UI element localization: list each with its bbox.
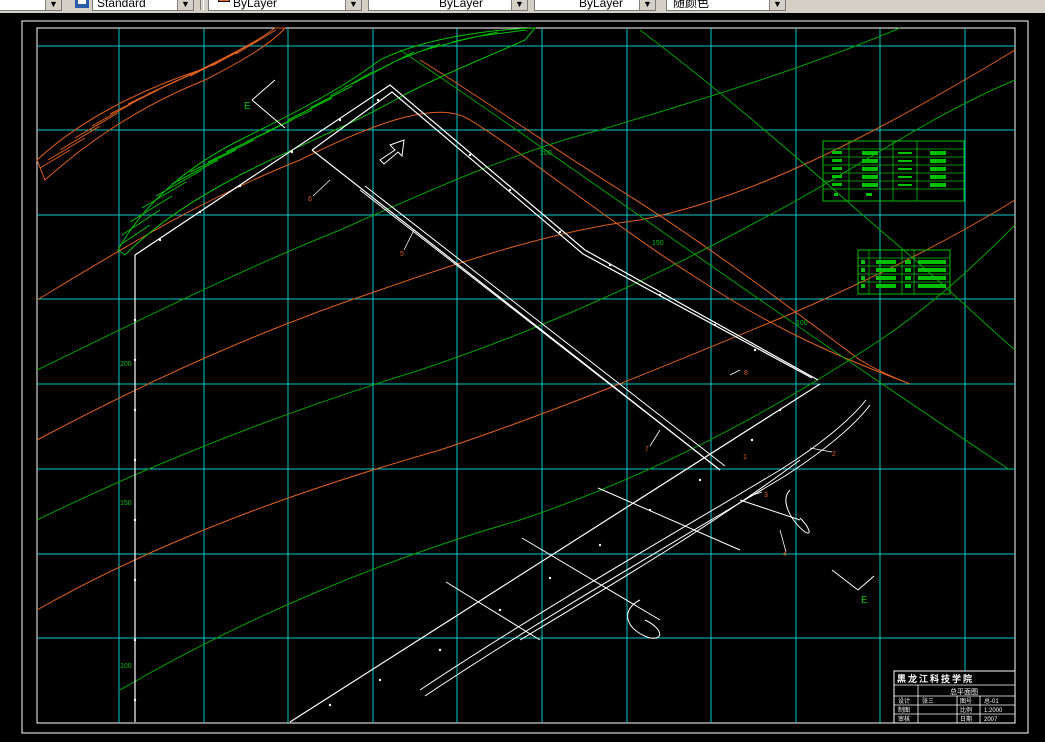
linetype-combo[interactable]: ByLayer ▼ <box>368 0 528 11</box>
contour-label: 100 <box>796 320 808 327</box>
inner-frame <box>36 27 1016 724</box>
properties-toolbar: ▼ Standard ▼ ByLayer ▼ ByLayer ▼ ByLayer… <box>0 0 1045 14</box>
drawing-title: 总平面图 <box>950 687 978 696</box>
item-labels: 1 2 3 4 5 6 7 8 <box>308 196 836 558</box>
item-label: 2 <box>832 451 836 458</box>
title-block-value: 总-01 <box>984 697 999 705</box>
contour-label: 150 <box>652 240 664 247</box>
chevron-down-icon[interactable]: ▼ <box>639 0 655 10</box>
drawing-svg: E E 200 150 100 200 150 100 1 2 3 4 5 6 … <box>21 20 1029 734</box>
title-block-label: 设计 <box>898 697 910 705</box>
toolbar-separator <box>200 0 204 10</box>
section-mark-label: E <box>244 101 251 112</box>
item-label: 4 <box>783 551 787 558</box>
drawing-canvas[interactable]: E E 200 150 100 200 150 100 1 2 3 4 5 6 … <box>0 13 1045 737</box>
section-mark-e-bottom <box>831 569 875 591</box>
contour-label: 150 <box>120 500 132 507</box>
contour-labels: 200 150 100 200 150 100 <box>120 150 808 670</box>
plotstyle-combo[interactable]: 随颜色 ▼ <box>666 0 786 11</box>
item-label: 1 <box>743 454 747 461</box>
title-block-label: 图号 <box>960 698 972 705</box>
road-lines <box>359 185 871 697</box>
leader-lines <box>312 179 833 553</box>
orange-contours <box>36 49 1016 611</box>
institute-name: 黑龙江科技学院 <box>897 673 974 684</box>
contour-label: 200 <box>120 361 132 368</box>
section-mark-label: E <box>861 595 868 606</box>
coordinate-grid <box>37 28 1015 723</box>
contour-label: 100 <box>120 663 132 670</box>
chevron-down-icon[interactable]: ▼ <box>177 0 193 10</box>
linetype-value: ByLayer <box>439 0 484 10</box>
title-block-label: 日期 <box>960 715 972 723</box>
title-block: 黑龙江科技学院 总平面图 设计 张三 图号 总-01 制图 比例 1:2000 … <box>893 670 1016 724</box>
chevron-down-icon[interactable]: ▼ <box>45 0 61 10</box>
title-block-value: 1:2000 <box>984 708 1003 714</box>
dimstyle-combo[interactable]: ▼ <box>0 0 62 11</box>
legend-table-small <box>857 249 951 295</box>
layer-value: ByLayer <box>233 0 278 10</box>
legend-table-large <box>822 140 965 202</box>
item-label: 7 <box>645 446 649 453</box>
contour-label: 200 <box>540 150 552 157</box>
item-label: 3 <box>764 492 768 499</box>
north-arrow-icon <box>379 139 405 165</box>
green-hatch-band <box>117 27 537 256</box>
title-block-value: 2007 <box>984 717 998 723</box>
title-block-label: 审核 <box>898 715 910 723</box>
plotstyle-value: 随颜色 <box>673 0 710 10</box>
text-style-value: Standard <box>97 0 146 10</box>
color-swatch-icon <box>218 0 230 2</box>
section-mark-e-top <box>251 79 286 129</box>
chevron-down-icon[interactable]: ▼ <box>769 0 785 10</box>
title-block-label: 比例 <box>960 706 972 714</box>
lineweight-value: ByLayer <box>579 0 624 10</box>
text-style-icon[interactable] <box>74 0 90 9</box>
site-boundary <box>134 84 821 723</box>
chevron-down-icon[interactable]: ▼ <box>511 0 527 10</box>
lineweight-combo[interactable]: ByLayer ▼ <box>534 0 656 11</box>
item-label: 5 <box>400 251 404 258</box>
item-label: 6 <box>308 196 312 203</box>
title-block-value: 张三 <box>922 697 934 705</box>
text-style-combo[interactable]: Standard ▼ <box>92 0 194 11</box>
chevron-down-icon[interactable]: ▼ <box>345 0 361 10</box>
green-contours <box>36 27 1016 691</box>
item-label: 8 <box>744 370 748 377</box>
color-combo[interactable]: ByLayer ▼ <box>208 0 362 11</box>
title-block-label: 制图 <box>898 706 910 714</box>
